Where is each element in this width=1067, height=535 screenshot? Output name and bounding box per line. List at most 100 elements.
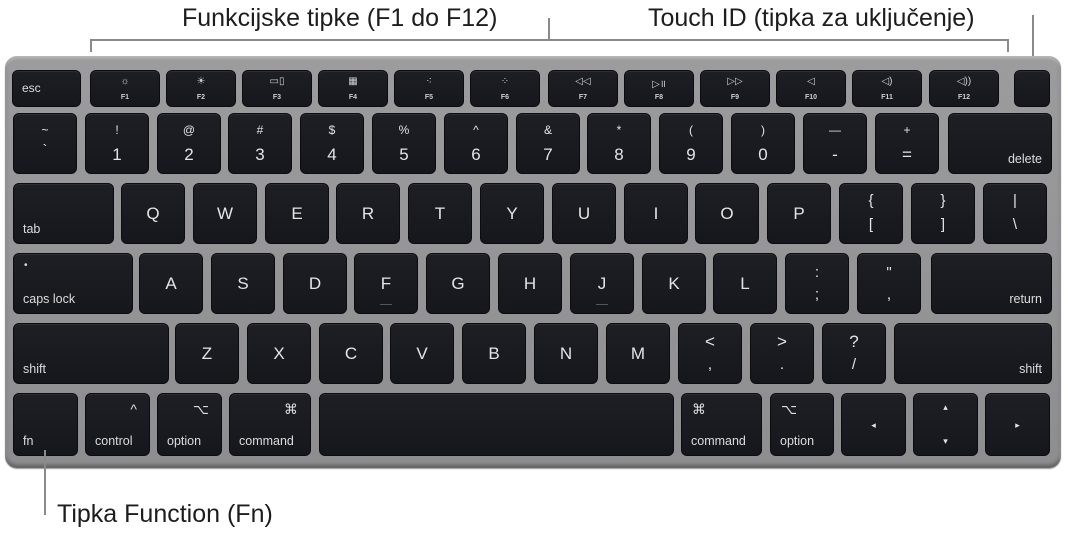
key-u[interactable]: U	[552, 183, 616, 244]
key-c[interactable]: C	[319, 323, 383, 384]
return-key[interactable]: return	[931, 253, 1052, 314]
key-d[interactable]: D	[283, 253, 347, 314]
key-f[interactable]: F	[354, 253, 418, 314]
main-symbol: 6	[471, 145, 481, 164]
key-symbol-0[interactable]: {[	[839, 183, 903, 244]
f12-key[interactable]: ◁)) F12	[929, 70, 999, 107]
letter-label: U	[577, 203, 591, 223]
fn-key-annotation: Tipka Function (Fn)	[57, 500, 273, 528]
key-5[interactable]: % 5	[372, 113, 436, 174]
key-v[interactable]: V	[390, 323, 454, 384]
key-shift-symbol-0[interactable]: <,	[678, 323, 742, 384]
main-symbol: 9	[686, 145, 696, 164]
shift-symbol: ?	[849, 332, 859, 351]
f9-key[interactable]: ▷▷ F9	[700, 70, 770, 107]
space-bar[interactable]	[319, 393, 674, 456]
key-h[interactable]: H	[498, 253, 562, 314]
key-shift-symbol-1[interactable]: >.	[750, 323, 814, 384]
key-9[interactable]: (9	[659, 113, 723, 174]
f10-key[interactable]: ◁ F10	[776, 70, 846, 107]
key-shift-symbol-2[interactable]: ? /	[822, 323, 886, 384]
key-y[interactable]: Y	[480, 183, 544, 244]
key-4[interactable]: $4	[300, 113, 364, 174]
shift-symbol: @	[182, 123, 196, 137]
f4-key[interactable]: ▦ F4	[318, 70, 388, 107]
arrow-left-key[interactable]: ◂	[841, 393, 906, 456]
f11-key[interactable]: ◁) F11	[852, 70, 922, 107]
f3-key[interactable]: ▭▯ F3	[242, 70, 312, 107]
esc-label: esc	[22, 81, 41, 95]
key-symbol-1[interactable]: }]	[911, 183, 975, 244]
key-symbol-2[interactable]: | \	[983, 183, 1047, 244]
letter-label: H	[523, 273, 537, 293]
key-1[interactable]: ! 1	[85, 113, 149, 174]
key-6[interactable]: ^ 6	[444, 113, 508, 174]
shift-symbol: }	[940, 192, 946, 209]
letter-label: Q	[146, 203, 160, 223]
main-symbol: 2	[184, 145, 194, 164]
key-3[interactable]: #3	[228, 113, 292, 174]
key-k[interactable]: K	[642, 253, 706, 314]
key-i[interactable]: I	[624, 183, 688, 244]
key-o[interactable]: O	[695, 183, 759, 244]
key-w[interactable]: W	[193, 183, 257, 244]
f12-label: F12	[957, 94, 971, 101]
f6-key[interactable]: ⁘ F6	[470, 70, 540, 107]
caps-lock-label: caps lock	[23, 292, 76, 306]
caps-lock-key[interactable]: • caps lock	[13, 253, 133, 314]
delete-key[interactable]: delete	[948, 113, 1052, 174]
key-2[interactable]: @2	[157, 113, 221, 174]
letter-label: Y	[506, 203, 518, 223]
f8-key[interactable]: ▷॥ F8	[624, 70, 694, 107]
key-n[interactable]: N	[534, 323, 598, 384]
arrow-right-key[interactable]: ▸	[985, 393, 1050, 456]
home-row-bump	[380, 304, 392, 305]
key-=[interactable]: + =	[875, 113, 939, 174]
key-b[interactable]: B	[462, 323, 526, 384]
key-x[interactable]: X	[247, 323, 311, 384]
touch-id-key[interactable]	[1014, 70, 1050, 107]
key-q[interactable]: Q	[121, 183, 185, 244]
key-home-symbol-1[interactable]: ",	[857, 253, 921, 314]
f9-label: F9	[730, 94, 740, 101]
f6-label: F6	[500, 94, 510, 101]
key-l[interactable]: L	[713, 253, 777, 314]
f1-label: F1	[120, 94, 130, 101]
f1-key[interactable]: ☼ F1	[90, 70, 160, 107]
key-0[interactable]: ) 0	[731, 113, 795, 174]
key-z[interactable]: Z	[175, 323, 239, 384]
fn-key[interactable]: fn	[13, 393, 78, 456]
tab-key[interactable]: tab	[13, 183, 114, 244]
rewind-icon: ◁◁	[575, 76, 591, 87]
key-r[interactable]: R	[336, 183, 400, 244]
key--[interactable]: — -	[803, 113, 867, 174]
key-j[interactable]: J	[570, 253, 634, 314]
left-command-key[interactable]: ⌘ command	[229, 393, 311, 456]
shift-symbol: <	[705, 332, 715, 351]
key-backtick[interactable]: ~ `	[13, 113, 77, 174]
f2-key[interactable]: ☀ F2	[166, 70, 236, 107]
esc-key[interactable]: esc	[12, 70, 81, 107]
left-option-key[interactable]: ⌥ option	[157, 393, 222, 456]
key-g[interactable]: G	[426, 253, 490, 314]
command-label: command	[691, 434, 746, 448]
f7-label: F7	[578, 94, 588, 101]
key-s[interactable]: S	[211, 253, 275, 314]
left-shift-key[interactable]: shift	[13, 323, 169, 384]
right-shift-key[interactable]: shift	[894, 323, 1052, 384]
key-home-symbol-0[interactable]: :;	[785, 253, 849, 314]
right-command-key[interactable]: ⌘ command	[681, 393, 762, 456]
arrow-up-down-key[interactable]: ▴ ▾	[913, 393, 978, 456]
key-t[interactable]: T	[408, 183, 472, 244]
f7-key[interactable]: ◁◁ F7	[548, 70, 618, 107]
shift-symbol: |	[1013, 192, 1017, 209]
key-p[interactable]: P	[767, 183, 831, 244]
control-key[interactable]: ^ control	[85, 393, 150, 456]
key-e[interactable]: E	[265, 183, 329, 244]
right-option-key[interactable]: ⌥ option	[770, 393, 834, 456]
key-m[interactable]: M	[606, 323, 670, 384]
key-7[interactable]: & 7	[516, 113, 580, 174]
f5-key[interactable]: ⁖ F5	[394, 70, 464, 107]
key-a[interactable]: A	[139, 253, 203, 314]
key-8[interactable]: * 8	[587, 113, 651, 174]
